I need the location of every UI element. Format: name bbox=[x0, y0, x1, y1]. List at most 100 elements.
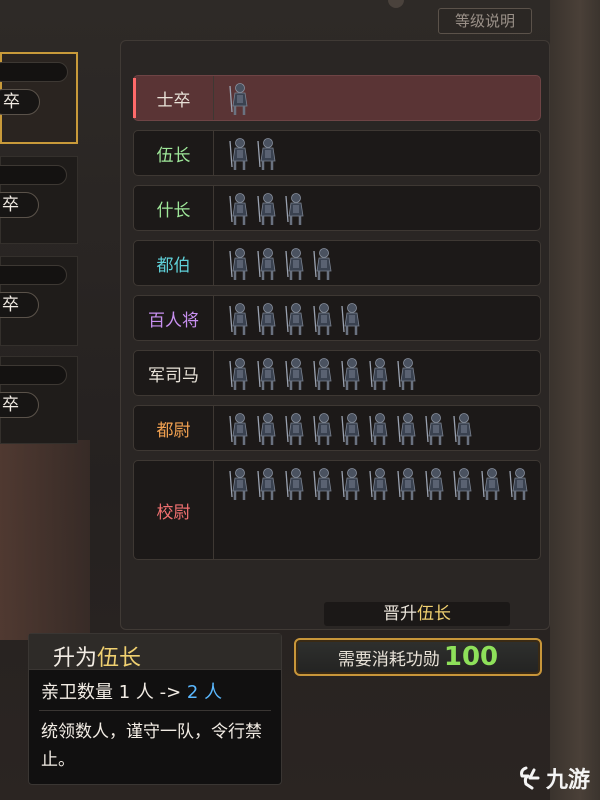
soldier-icon bbox=[394, 467, 421, 501]
rank-row[interactable]: 校尉 bbox=[133, 460, 541, 560]
right-frame-border bbox=[550, 0, 600, 800]
rank-name: 都伯 bbox=[134, 241, 214, 285]
soldier-icon bbox=[310, 302, 337, 336]
guard-soldiers bbox=[226, 76, 540, 120]
soldier-icon bbox=[338, 412, 365, 446]
soldier-icon bbox=[422, 467, 449, 501]
guard-soldiers bbox=[226, 241, 540, 285]
soldier-icon bbox=[226, 82, 253, 116]
rank-row[interactable]: 军司马 bbox=[133, 350, 541, 396]
soldier-icon bbox=[254, 357, 281, 391]
soldier-icon bbox=[366, 357, 393, 391]
soldier-icon bbox=[226, 137, 253, 171]
promote-prefix: 晋升 bbox=[383, 604, 417, 624]
rank-name: 校尉 bbox=[134, 461, 214, 559]
rank-name: 军司马 bbox=[134, 351, 214, 395]
soldier-icon bbox=[254, 302, 281, 336]
rank-row[interactable]: 什长 bbox=[133, 185, 541, 231]
tooltip-divider bbox=[39, 710, 271, 711]
guard-count-to: 2 人 bbox=[186, 682, 223, 703]
soldier-icon bbox=[366, 467, 393, 501]
background-decoration bbox=[0, 440, 90, 640]
unit-rank-label: 卒 bbox=[0, 89, 40, 115]
promote-button[interactable]: 需要消耗功勋 100 bbox=[294, 638, 542, 676]
unit-name-bar bbox=[0, 265, 67, 285]
rank-row[interactable]: 百人将 bbox=[133, 295, 541, 341]
soldier-icon bbox=[506, 467, 533, 501]
guard-soldiers bbox=[226, 296, 540, 340]
guard-count-line: 亲卫数量 1 人 -> 2 人 bbox=[41, 678, 222, 704]
soldier-icon bbox=[338, 467, 365, 501]
soldier-icon bbox=[282, 467, 309, 501]
soldier-icon bbox=[282, 302, 309, 336]
rank-row[interactable]: 士卒 bbox=[133, 75, 541, 121]
promote-label: 晋升伍长 bbox=[324, 602, 510, 626]
rank-description: 统领数人，谨守一队，令行禁止。 bbox=[41, 722, 262, 770]
rank-name: 士卒 bbox=[134, 76, 214, 120]
unit-card-2[interactable]: 卒 bbox=[0, 156, 78, 244]
promote-rank: 伍长 bbox=[417, 604, 451, 624]
soldier-icon bbox=[338, 357, 365, 391]
soldier-icon bbox=[282, 192, 309, 226]
guard-soldiers bbox=[226, 351, 540, 395]
soldier-icon bbox=[394, 357, 421, 391]
soldier-icon bbox=[226, 247, 253, 281]
tooltip-title: 升为伍长 bbox=[53, 640, 141, 672]
soldier-icon bbox=[254, 137, 281, 171]
rank-row[interactable]: 伍长 bbox=[133, 130, 541, 176]
cost-label: 需要消耗功勋 bbox=[337, 649, 440, 670]
unit-rank-label: 卒 bbox=[0, 292, 39, 318]
soldier-icon bbox=[254, 412, 281, 446]
guard-soldiers bbox=[226, 406, 540, 450]
rank-name: 百人将 bbox=[134, 296, 214, 340]
rank-list-panel: 士卒 伍长 什长 都伯 百人将 军司马 都尉 校尉 bbox=[120, 40, 550, 630]
watermark-text: 九游 bbox=[546, 768, 591, 793]
soldier-icon bbox=[254, 467, 281, 501]
rank-name: 伍长 bbox=[134, 131, 214, 175]
soldier-icon bbox=[254, 192, 281, 226]
soldier-icon bbox=[310, 467, 337, 501]
tooltip-header: 升为伍长 bbox=[29, 634, 281, 672]
soldier-icon bbox=[226, 357, 253, 391]
unit-rank-label: 卒 bbox=[0, 392, 39, 418]
soldier-icon bbox=[366, 412, 393, 446]
jiuyou-logo-icon bbox=[520, 766, 540, 790]
unit-rank-label: 卒 bbox=[0, 192, 39, 218]
soldier-icon bbox=[478, 467, 505, 501]
soldier-icon bbox=[226, 302, 253, 336]
soldier-icon bbox=[226, 192, 253, 226]
unit-card-3[interactable]: 卒 bbox=[0, 256, 78, 346]
soldier-icon bbox=[422, 412, 449, 446]
promotion-tooltip: 升为伍长 亲卫数量 1 人 -> 2 人 统领数人，谨守一队，令行禁止。 bbox=[28, 633, 282, 785]
cost-amount: 100 bbox=[443, 642, 499, 672]
soldier-icon bbox=[282, 357, 309, 391]
soldier-icon bbox=[394, 412, 421, 446]
guard-soldiers bbox=[226, 131, 540, 175]
soldier-icon bbox=[310, 357, 337, 391]
unit-card-1[interactable]: 卒 bbox=[0, 52, 78, 144]
guard-soldiers bbox=[226, 186, 540, 230]
soldier-icon bbox=[226, 467, 253, 501]
soldier-icon bbox=[226, 412, 253, 446]
soldier-icon bbox=[450, 467, 477, 501]
rank-name: 都尉 bbox=[134, 406, 214, 450]
unit-card-4[interactable]: 卒 bbox=[0, 356, 78, 444]
soldier-icon bbox=[282, 412, 309, 446]
unit-name-bar bbox=[0, 365, 67, 385]
rank-row[interactable]: 都尉 bbox=[133, 405, 541, 451]
unit-name-bar bbox=[0, 165, 67, 185]
soldier-icon bbox=[310, 412, 337, 446]
rank-name: 什长 bbox=[134, 186, 214, 230]
soldier-icon bbox=[254, 247, 281, 281]
soldier-icon bbox=[450, 412, 477, 446]
guard-count-from: 亲卫数量 1 人 -> bbox=[41, 682, 187, 703]
guard-soldiers bbox=[226, 461, 540, 559]
unit-name-bar bbox=[0, 62, 68, 82]
tooltip-title-rank: 伍长 bbox=[97, 646, 142, 671]
soldier-icon bbox=[282, 247, 309, 281]
rank-row[interactable]: 都伯 bbox=[133, 240, 541, 286]
watermark: 九游 bbox=[516, 762, 590, 794]
rank-help-button[interactable]: 等级说明 bbox=[438, 8, 532, 34]
soldier-icon bbox=[338, 302, 365, 336]
soldier-icon bbox=[310, 247, 337, 281]
